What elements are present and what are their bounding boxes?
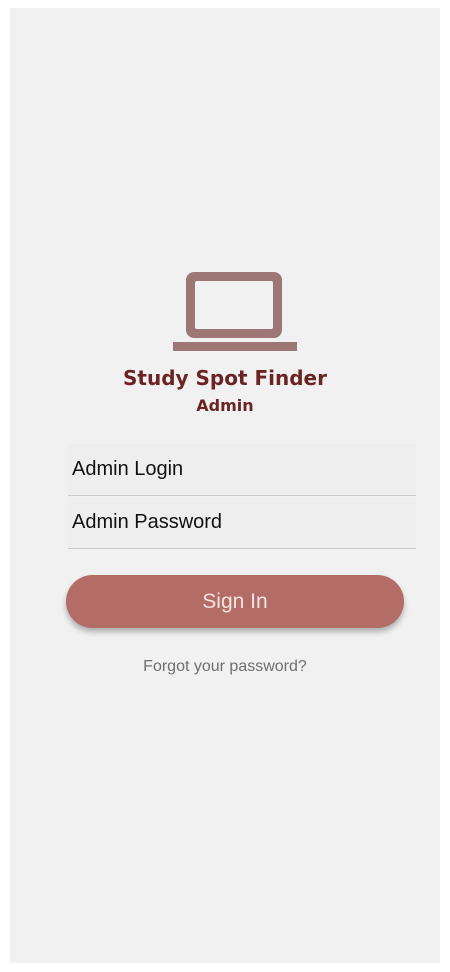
login-screen: Study Spot Finder Admin Sign In Forgot y… bbox=[10, 8, 440, 963]
app-title: Study Spot Finder bbox=[122, 366, 327, 390]
app-subtitle: Admin bbox=[196, 396, 254, 415]
admin-login-input[interactable] bbox=[68, 444, 416, 495]
forgot-password-link[interactable]: Forgot your password? bbox=[10, 658, 440, 676]
admin-password-field[interactable] bbox=[68, 497, 416, 549]
admin-password-input[interactable] bbox=[68, 497, 416, 548]
sign-in-button[interactable]: Sign In bbox=[66, 575, 404, 628]
laptop-icon bbox=[173, 272, 297, 351]
admin-login-field[interactable] bbox=[68, 444, 416, 496]
